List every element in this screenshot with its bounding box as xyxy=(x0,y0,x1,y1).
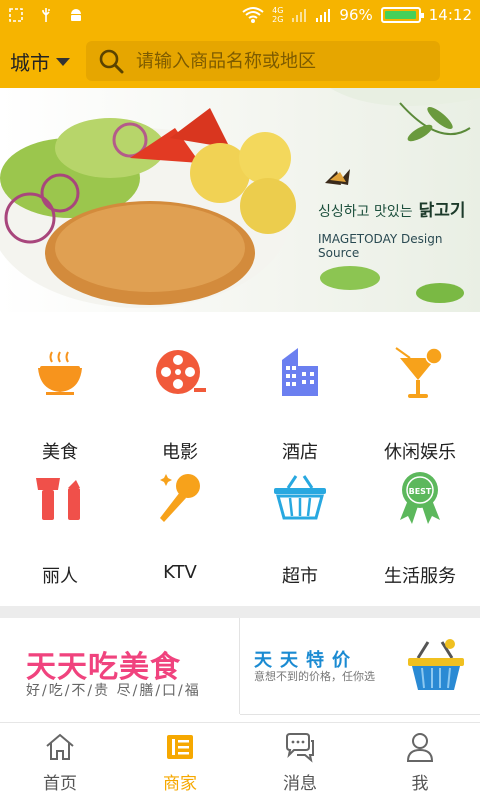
category-label: 超市 xyxy=(282,566,318,587)
shopping-basket-icon xyxy=(274,475,326,520)
tab-messages[interactable]: 消息 xyxy=(240,723,360,801)
tab-label: 我 xyxy=(411,774,429,794)
city-selector[interactable]: 城市 xyxy=(10,47,70,76)
search-input[interactable] xyxy=(136,50,426,72)
chat-bubble-icon xyxy=(286,733,314,763)
shopping-basket-image xyxy=(408,639,464,690)
category-label: 酒店 xyxy=(282,442,318,463)
screenshot-icon xyxy=(9,8,23,22)
dropdown-triangle-icon xyxy=(56,57,70,66)
category-label: 美食 xyxy=(42,442,78,463)
beauty-icon xyxy=(36,478,80,520)
category-supermarket[interactable]: 超市 xyxy=(240,468,360,588)
tab-me[interactable]: 我 xyxy=(360,723,480,801)
tab-label: 商家 xyxy=(163,774,197,794)
promo-daily-special[interactable]: 天天特价 意想不到的价格，任你选 xyxy=(240,618,480,714)
category-label: KTV xyxy=(163,562,197,583)
network-type: 4G 2G xyxy=(272,6,284,24)
promo-horizontal-divider xyxy=(240,714,480,715)
tab-label: 消息 xyxy=(283,774,317,794)
film-reel-icon xyxy=(156,350,206,394)
badge-best-icon: BEST xyxy=(400,472,440,524)
banner-carousel[interactable]: 싱싱하고 맛있는 닭고기 IMAGETODAY Design Source xyxy=(0,88,480,312)
microphone-icon xyxy=(160,474,200,522)
home-icon xyxy=(46,733,74,760)
category-label: 生活服务 xyxy=(384,566,456,587)
promo-subtitle: 好/吃/不/贵 尽/膳/口/福 xyxy=(26,683,201,699)
food-bowl-icon xyxy=(38,351,82,395)
search-icon xyxy=(99,49,124,74)
category-food[interactable]: 美食 xyxy=(0,344,120,464)
user-icon xyxy=(406,733,434,762)
category-grid: 美食 电影 酒店 休闲娱乐 丽人 KTV 超市 BEST 生活服务 xyxy=(0,312,480,606)
category-movie[interactable]: 电影 xyxy=(120,344,240,464)
search-box[interactable] xyxy=(86,41,440,81)
category-label: 休闲娱乐 xyxy=(384,442,456,463)
banner-korean-text: 싱싱하고 맛있는 닭고기 xyxy=(318,201,466,221)
promo-daily-food[interactable]: 天天吃美食 好/吃/不/贵 尽/膳/口/福 xyxy=(0,618,239,722)
signal-small-icon xyxy=(292,9,307,22)
city-label: 城市 xyxy=(10,51,50,75)
banner-brand-text: IMAGETODAY Design Source xyxy=(318,232,443,260)
battery-percent: 96% xyxy=(339,6,373,24)
category-label: 丽人 xyxy=(42,566,78,587)
svg-text:BEST: BEST xyxy=(409,487,432,496)
merchant-list-icon xyxy=(167,735,193,759)
top-bar: 城市 xyxy=(0,34,480,88)
cocktail-icon xyxy=(395,347,443,398)
promo-subtitle: 意想不到的价格，任你选 xyxy=(254,670,375,683)
signal-icon xyxy=(316,9,331,22)
status-bar: 4G 2G 96% 14:12 xyxy=(0,0,480,34)
category-beauty[interactable]: 丽人 xyxy=(0,468,120,588)
hotel-building-icon xyxy=(282,348,318,396)
category-ktv[interactable]: KTV xyxy=(120,468,240,588)
tab-home[interactable]: 首页 xyxy=(0,723,120,801)
category-life-service[interactable]: BEST 生活服务 xyxy=(360,468,480,588)
clock-time: 14:12 xyxy=(428,6,472,24)
bottom-tab-bar: 首页 商家 消息 我 xyxy=(0,722,480,800)
section-divider xyxy=(0,606,480,618)
usb-icon xyxy=(42,8,50,22)
battery-icon xyxy=(380,7,424,23)
category-leisure[interactable]: 休闲娱乐 xyxy=(360,344,480,464)
android-icon xyxy=(71,9,81,21)
wifi-icon xyxy=(242,7,264,23)
category-hotel[interactable]: 酒店 xyxy=(240,344,360,464)
tab-merchant[interactable]: 商家 xyxy=(120,723,240,801)
category-label: 电影 xyxy=(162,442,198,463)
tab-label: 首页 xyxy=(43,774,77,794)
